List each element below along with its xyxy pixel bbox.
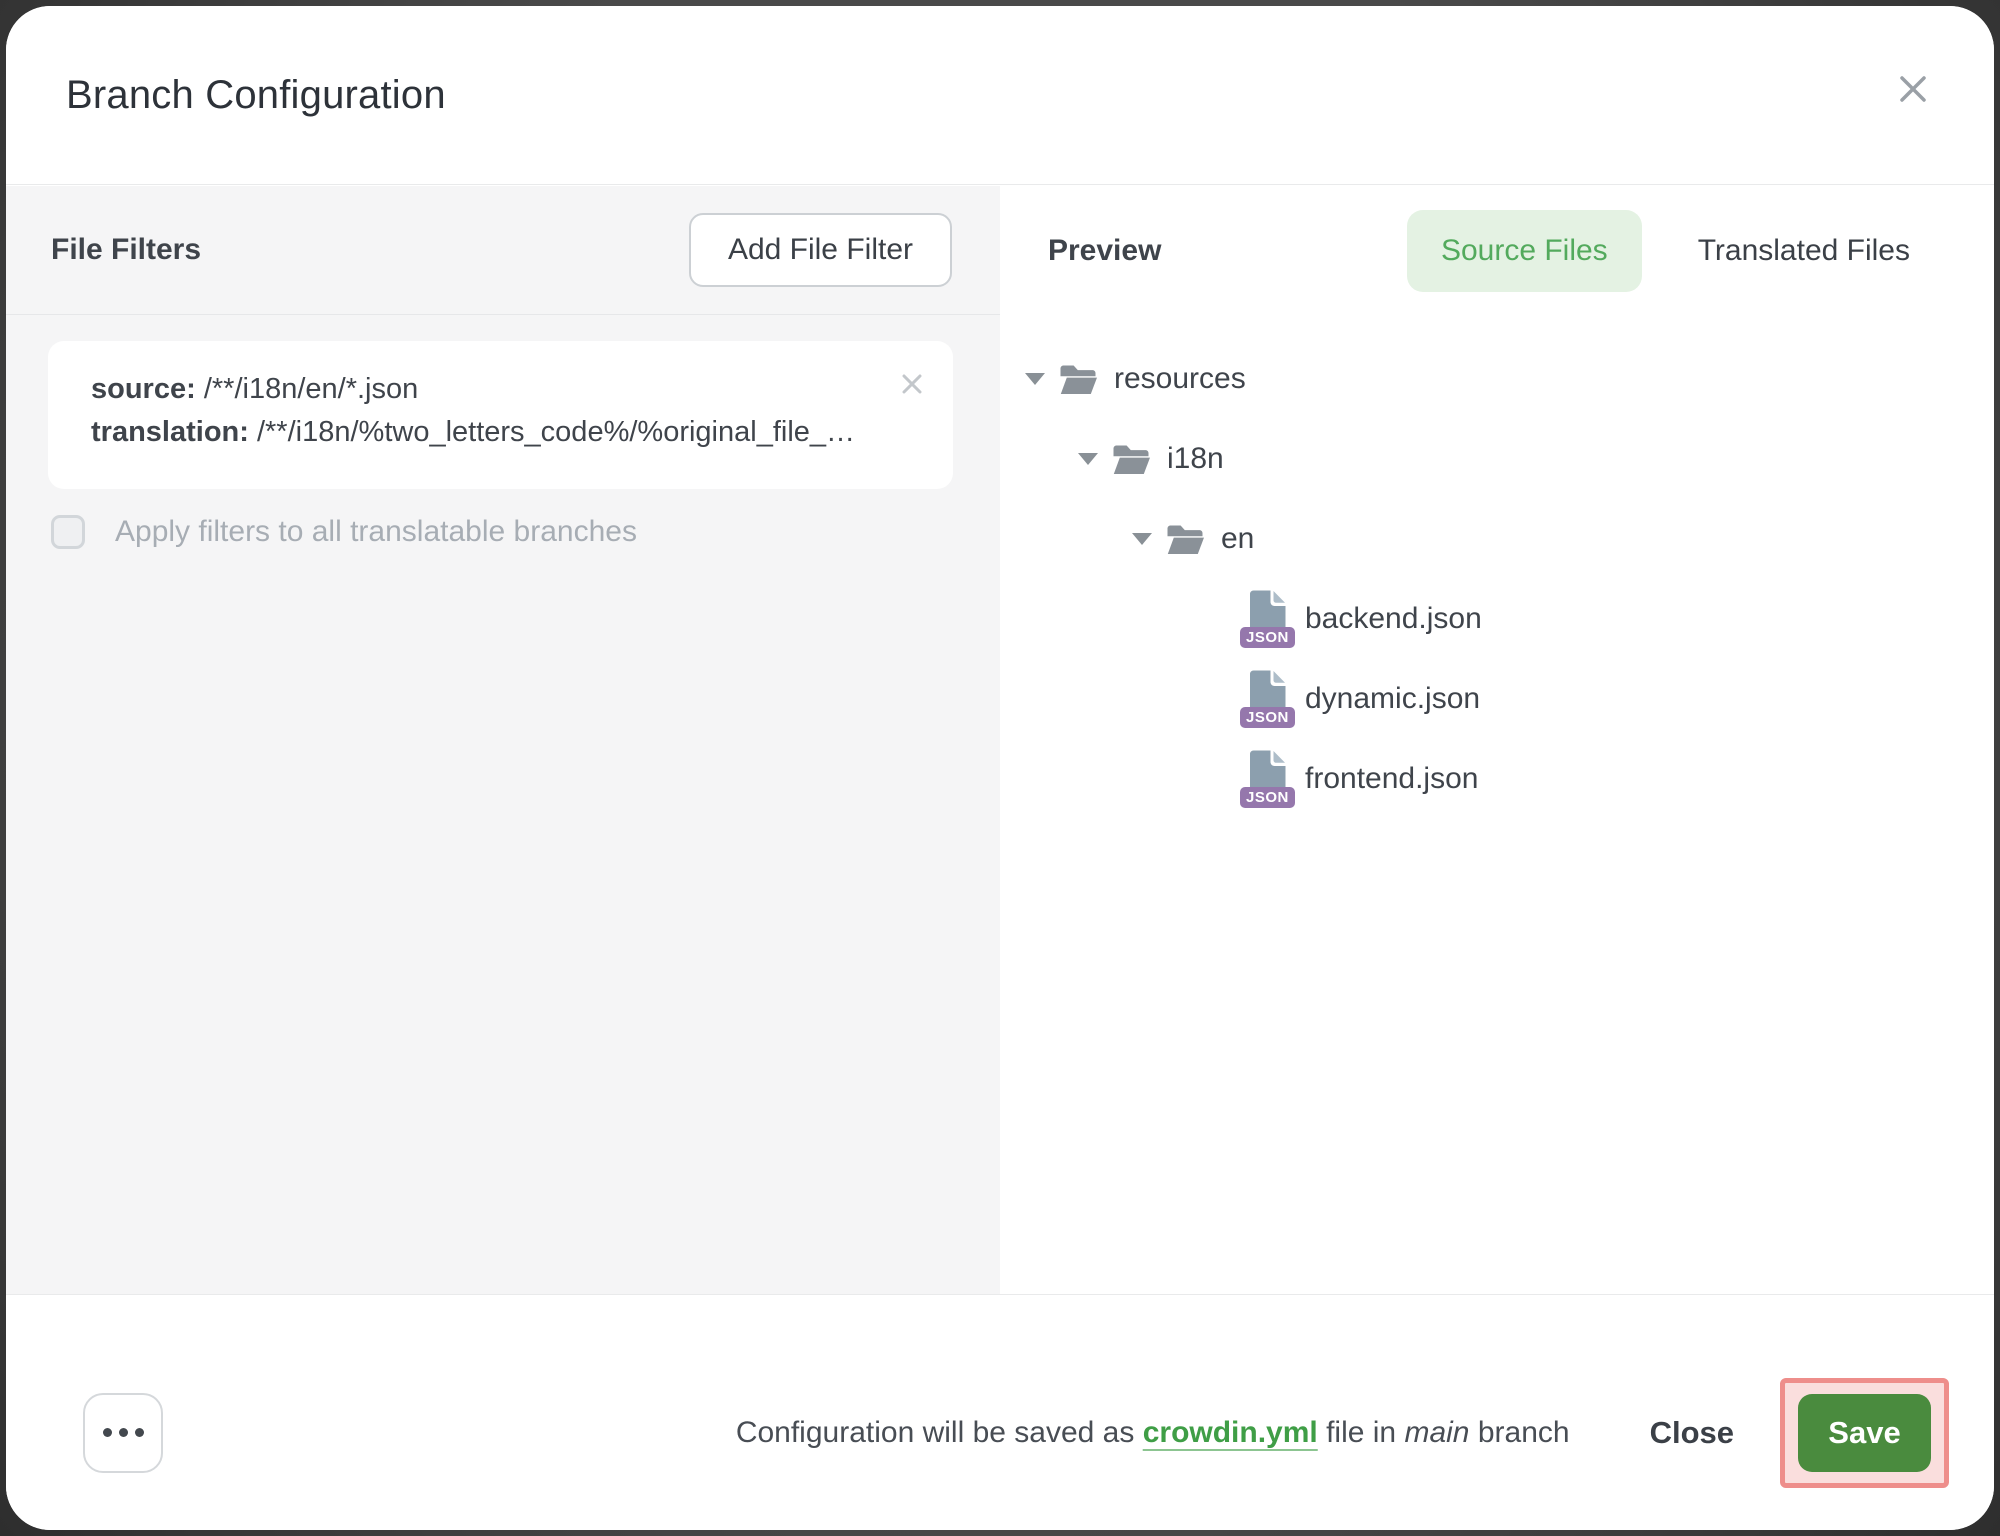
tree-file-frontend-json[interactable]: JSON frontend.json — [1000, 739, 1994, 819]
screen-backdrop: Branch Configuration File Filters Add Fi… — [0, 0, 2000, 1536]
message-prefix: Configuration will be saved as — [736, 1416, 1143, 1449]
tree-file-backend-json[interactable]: JSON backend.json — [1000, 579, 1994, 659]
file-filters-content: source: /**/i18n/en/*.json translation: … — [6, 315, 1000, 549]
tree-file-dynamic-json[interactable]: JSON dynamic.json — [1000, 659, 1994, 739]
preview-tabs: Source Files Translated Files — [1407, 210, 1920, 292]
more-options-button[interactable] — [83, 1393, 163, 1473]
file-filters-heading: File Filters — [51, 233, 201, 267]
caret-down-icon[interactable] — [1078, 453, 1098, 465]
tree-file-label: backend.json — [1305, 602, 1482, 636]
save-button[interactable]: Save — [1798, 1394, 1931, 1472]
branch-configuration-modal: Branch Configuration File Filters Add Fi… — [6, 6, 1994, 1530]
add-file-filter-button[interactable]: Add File Filter — [689, 213, 952, 287]
crowdin-yml-link[interactable]: crowdin.yml — [1143, 1416, 1318, 1449]
json-file-icon: JSON — [1243, 750, 1289, 808]
filter-source-value: /**/i18n/en/*.json — [204, 373, 418, 405]
filter-translation-line: translation: /**/i18n/%two_letters_code%… — [91, 411, 873, 454]
modal-header: Branch Configuration — [6, 6, 1994, 185]
tab-translated-files[interactable]: Translated Files — [1688, 210, 1920, 292]
json-badge: JSON — [1240, 707, 1295, 728]
close-icon — [1893, 69, 1933, 109]
filter-source-label: source: — [91, 373, 196, 405]
apply-filters-checkbox[interactable] — [51, 515, 85, 549]
tab-source-files[interactable]: Source Files — [1407, 210, 1642, 292]
save-button-highlight: Save — [1780, 1378, 1949, 1488]
branch-name: main — [1404, 1416, 1469, 1449]
filter-source-line: source: /**/i18n/en/*.json — [91, 368, 873, 411]
file-filters-panel: File Filters Add File Filter source: /**… — [6, 186, 1000, 1294]
remove-filter-button[interactable] — [897, 369, 927, 399]
tree-folder-label: resources — [1114, 362, 1246, 396]
preview-header-row: Preview Source Files Translated Files — [1000, 186, 1994, 315]
message-middle: file in — [1318, 1416, 1405, 1449]
apply-filters-checkbox-row[interactable]: Apply filters to all translatable branch… — [48, 515, 953, 549]
modal-body: File Filters Add File Filter source: /**… — [6, 186, 1994, 1294]
folder-open-icon — [1166, 524, 1204, 555]
close-button[interactable]: Close — [1644, 1414, 1740, 1452]
tree-file-label: dynamic.json — [1305, 682, 1480, 716]
modal-close-button[interactable] — [1890, 66, 1936, 112]
json-file-icon: JSON — [1243, 590, 1289, 648]
filter-translation-value: /**/i18n/%two_letters_code%/%original_fi… — [257, 416, 855, 448]
more-options-icon — [135, 1428, 144, 1437]
tree-folder-i18n[interactable]: i18n — [1000, 419, 1994, 499]
folder-open-icon — [1112, 444, 1150, 475]
caret-down-icon[interactable] — [1025, 373, 1045, 385]
tree-file-label: frontend.json — [1305, 762, 1478, 796]
file-tree: resources i18n — [1000, 315, 1994, 819]
json-file-icon: JSON — [1243, 670, 1289, 728]
message-suffix: branch — [1470, 1416, 1570, 1449]
tree-folder-resources[interactable]: resources — [1000, 339, 1994, 419]
caret-down-icon[interactable] — [1132, 533, 1152, 545]
filter-translation-label: translation: — [91, 416, 249, 448]
filter-card: source: /**/i18n/en/*.json translation: … — [48, 341, 953, 489]
more-options-icon — [103, 1428, 112, 1437]
json-badge: JSON — [1240, 627, 1295, 648]
preview-panel: Preview Source Files Translated Files re… — [1000, 186, 1994, 1294]
page-title: Branch Configuration — [66, 73, 446, 118]
folder-open-icon — [1059, 364, 1097, 395]
preview-heading: Preview — [1048, 234, 1161, 268]
json-badge: JSON — [1240, 787, 1295, 808]
modal-footer: Configuration will be saved as crowdin.y… — [6, 1294, 1994, 1530]
more-options-icon — [119, 1428, 128, 1437]
apply-filters-checkbox-label: Apply filters to all translatable branch… — [115, 515, 637, 549]
tree-folder-en[interactable]: en — [1000, 499, 1994, 579]
tree-folder-label: en — [1221, 522, 1254, 556]
file-filters-header-row: File Filters Add File Filter — [6, 186, 1000, 315]
tree-folder-label: i18n — [1167, 442, 1224, 476]
save-location-message: Configuration will be saved as crowdin.y… — [736, 1416, 1570, 1450]
remove-filter-icon — [899, 371, 925, 397]
